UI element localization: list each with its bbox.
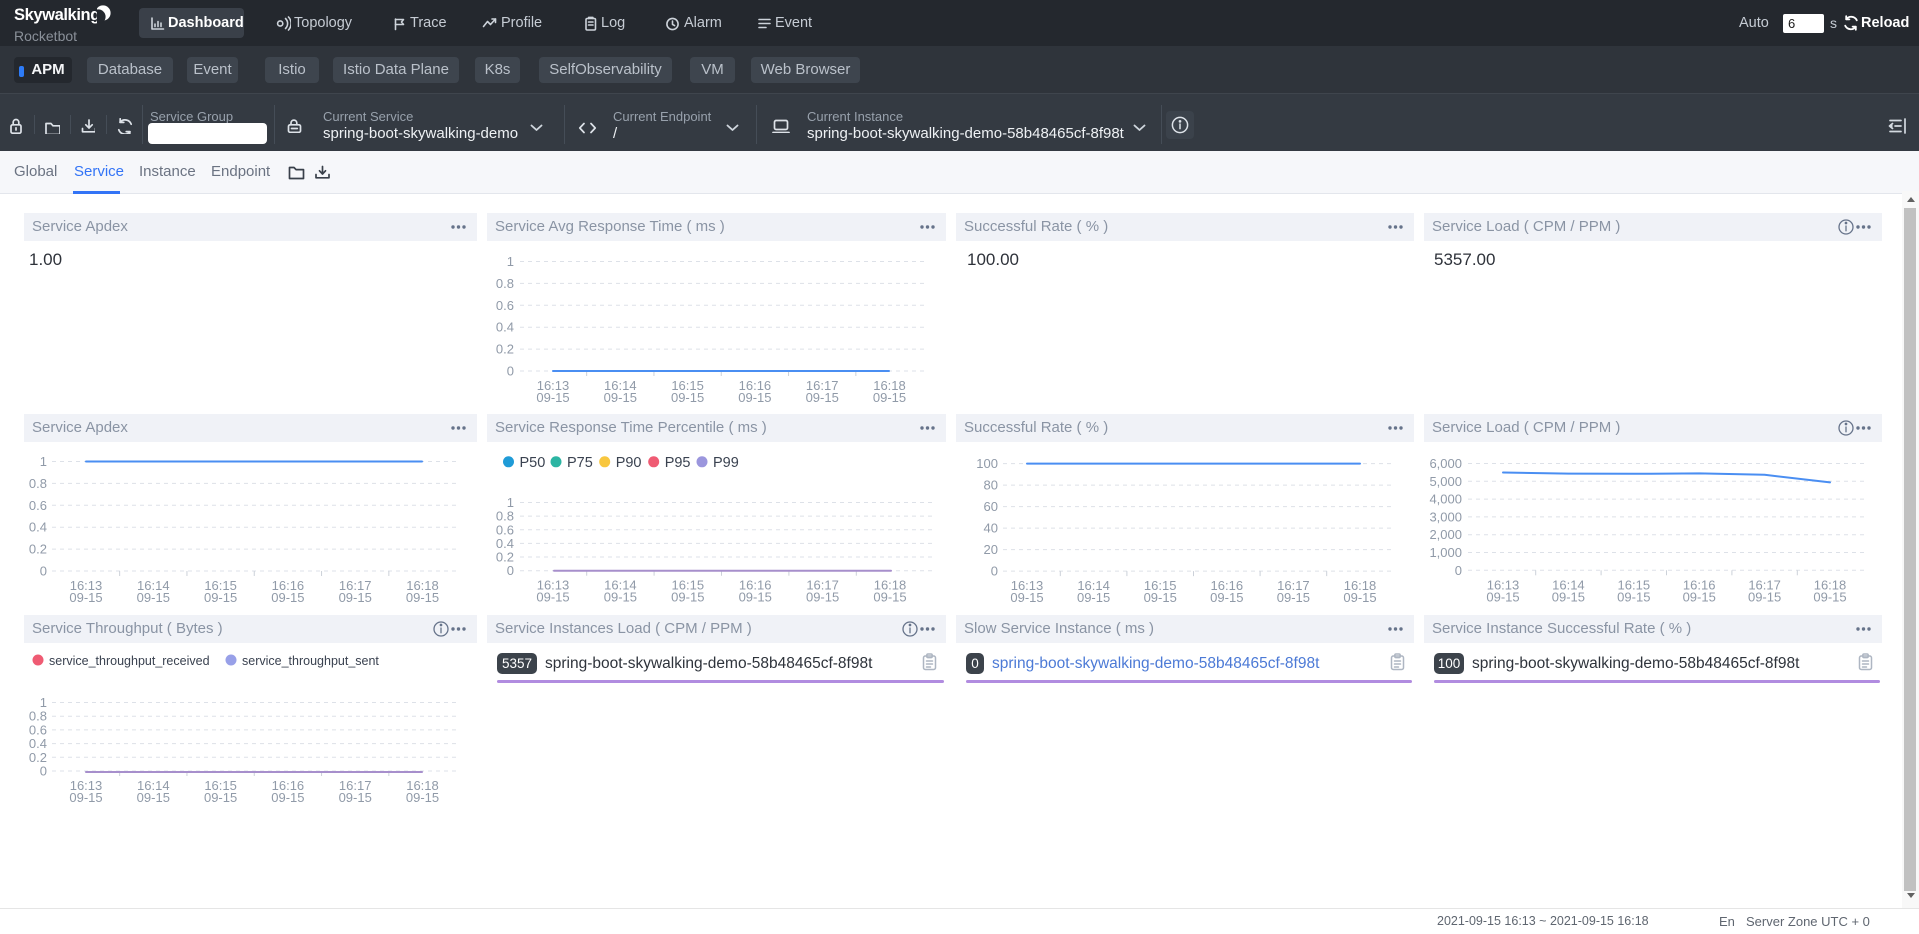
- svg-text:0.4: 0.4: [496, 320, 514, 335]
- svg-text:09-15: 09-15: [806, 590, 839, 605]
- svg-text:09-15: 09-15: [604, 390, 637, 405]
- svg-text:09-15: 09-15: [1277, 590, 1310, 605]
- svg-text:6,000: 6,000: [1429, 456, 1462, 471]
- svg-text:09-15: 09-15: [1683, 589, 1716, 604]
- svg-text:09-15: 09-15: [271, 590, 304, 605]
- svg-text:09-15: 09-15: [1617, 589, 1650, 604]
- svg-text:09-15: 09-15: [204, 790, 237, 805]
- svg-text:09-15: 09-15: [204, 590, 237, 605]
- svg-text:09-15: 09-15: [536, 390, 569, 405]
- svg-text:0.6: 0.6: [496, 298, 514, 313]
- svg-text:0.2: 0.2: [29, 542, 47, 557]
- svg-text:09-15: 09-15: [1144, 590, 1177, 605]
- svg-text:09-15: 09-15: [1552, 589, 1585, 604]
- svg-text:0: 0: [40, 564, 47, 579]
- svg-text:09-15: 09-15: [1210, 590, 1243, 605]
- svg-text:09-15: 09-15: [806, 390, 839, 405]
- svg-text:09-15: 09-15: [1813, 589, 1846, 604]
- svg-text:09-15: 09-15: [69, 590, 102, 605]
- svg-text:09-15: 09-15: [604, 590, 637, 605]
- svg-text:80: 80: [984, 478, 998, 493]
- svg-text:0: 0: [507, 364, 514, 379]
- svg-text:1: 1: [507, 254, 514, 269]
- svg-text:P99: P99: [713, 455, 739, 471]
- svg-text:09-15: 09-15: [339, 590, 372, 605]
- svg-text:09-15: 09-15: [739, 590, 772, 605]
- svg-text:09-15: 09-15: [671, 390, 704, 405]
- svg-text:09-15: 09-15: [406, 790, 439, 805]
- svg-text:P75: P75: [567, 455, 593, 471]
- svg-text:40: 40: [984, 521, 998, 536]
- svg-text:09-15: 09-15: [406, 590, 439, 605]
- svg-text:09-15: 09-15: [137, 790, 170, 805]
- svg-text:P95: P95: [665, 455, 691, 471]
- svg-text:09-15: 09-15: [671, 590, 704, 605]
- svg-text:3,000: 3,000: [1429, 509, 1462, 524]
- svg-text:09-15: 09-15: [873, 390, 906, 405]
- svg-text:09-15: 09-15: [1077, 590, 1110, 605]
- svg-text:1: 1: [40, 454, 47, 469]
- svg-text:0.6: 0.6: [29, 498, 47, 513]
- svg-text:0.8: 0.8: [496, 276, 514, 291]
- svg-text:100: 100: [976, 456, 998, 471]
- svg-text:20: 20: [984, 542, 998, 557]
- svg-text:09-15: 09-15: [536, 590, 569, 605]
- svg-text:0.8: 0.8: [29, 476, 47, 491]
- svg-text:09-15: 09-15: [1486, 589, 1519, 604]
- svg-text:2,000: 2,000: [1429, 527, 1462, 542]
- svg-text:0.2: 0.2: [496, 342, 514, 357]
- svg-text:1,000: 1,000: [1429, 545, 1462, 560]
- svg-text:0: 0: [40, 764, 47, 779]
- svg-text:09-15: 09-15: [1010, 590, 1043, 605]
- svg-text:09-15: 09-15: [137, 590, 170, 605]
- svg-text:09-15: 09-15: [271, 790, 304, 805]
- svg-text:0: 0: [1455, 563, 1462, 578]
- svg-text:service_throughput_sent: service_throughput_sent: [242, 654, 379, 668]
- svg-text:service_throughput_received: service_throughput_received: [49, 654, 210, 668]
- svg-text:4,000: 4,000: [1429, 492, 1462, 507]
- svg-text:09-15: 09-15: [69, 790, 102, 805]
- svg-text:P90: P90: [616, 455, 642, 471]
- svg-text:09-15: 09-15: [1748, 589, 1781, 604]
- svg-text:0: 0: [991, 564, 998, 579]
- svg-text:0.4: 0.4: [29, 520, 47, 535]
- svg-text:60: 60: [984, 499, 998, 514]
- svg-text:09-15: 09-15: [873, 590, 906, 605]
- svg-text:09-15: 09-15: [1343, 590, 1376, 605]
- svg-text:09-15: 09-15: [339, 790, 372, 805]
- svg-text:0: 0: [507, 563, 514, 578]
- svg-text:P50: P50: [520, 455, 546, 471]
- svg-text:5,000: 5,000: [1429, 474, 1462, 489]
- svg-text:09-15: 09-15: [738, 390, 771, 405]
